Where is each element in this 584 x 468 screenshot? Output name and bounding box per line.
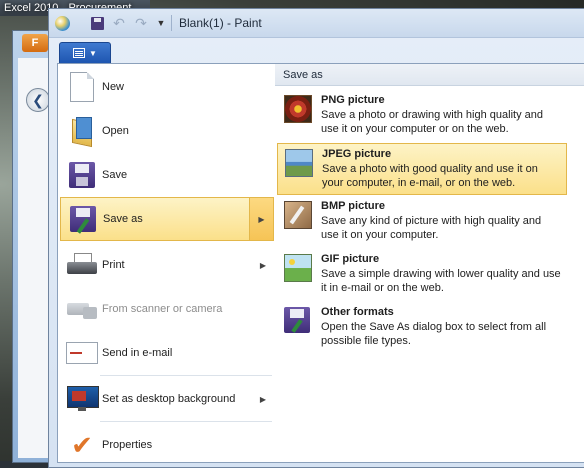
background-file-tab[interactable]: F [22, 34, 48, 52]
gif-picture-icon [284, 254, 312, 282]
document-icon [73, 48, 86, 58]
save-as-other-formats[interactable]: Other formats Open the Save As dialog bo… [277, 302, 567, 354]
undo-icon[interactable]: ↶ [111, 15, 127, 31]
redo-icon[interactable]: ↷ [133, 15, 149, 31]
open-folder-shape [70, 117, 94, 148]
save-disk-icon [66, 159, 98, 191]
menu-item-save-label: Save [102, 169, 128, 181]
save-as-jpeg[interactable]: JPEG picture Save a photo with good qual… [277, 143, 567, 195]
email-icon [66, 337, 98, 369]
save-as-jpeg-title: JPEG picture [322, 148, 392, 160]
save-as-bmp[interactable]: BMP picture Save any kind of picture wit… [277, 196, 567, 248]
back-arrow-icon[interactable]: ❮ [26, 88, 50, 112]
menu-item-print[interactable]: Print ▶ [60, 243, 274, 287]
menu-item-set-desktop-background-label: Set as desktop background [102, 393, 236, 405]
save-as-gif-description: Save a simple drawing with lower quality… [321, 268, 561, 294]
printer-shape [67, 253, 97, 277]
jpeg-picture-icon [285, 149, 313, 177]
png-picture-icon [284, 95, 312, 123]
menu-item-print-label: Print [102, 259, 125, 271]
save-as-bmp-description: Save any kind of picture with high quali… [321, 215, 542, 241]
menu-item-new-label: New [102, 81, 125, 93]
title-bar: ↶ ↷ ▼ Blank(1) - Paint [49, 9, 584, 38]
save-as-other-title: Other formats [321, 306, 394, 318]
monitor-stand-shape [78, 407, 86, 411]
menu-divider [100, 421, 272, 422]
save-as-png-title: PNG picture [321, 94, 385, 106]
new-document-shape [70, 72, 94, 102]
menu-item-save[interactable]: Save [60, 153, 274, 197]
open-folder-icon [66, 115, 98, 148]
menu-item-set-desktop-background[interactable]: Set as desktop background ▶ [60, 377, 274, 421]
printer-icon [66, 249, 98, 281]
menu-divider [100, 375, 272, 376]
desktop-submenu-arrow-icon: ▶ [259, 394, 266, 404]
menu-item-from-scanner-label: From scanner or camera [102, 303, 223, 315]
camera-shape [83, 307, 97, 319]
monitor-screen-shape [67, 386, 99, 408]
paint-menu-button[interactable]: ▼ [59, 42, 111, 64]
menu-item-properties[interactable]: ✔ Properties [60, 423, 274, 467]
save-as-bmp-title: BMP picture [321, 200, 385, 212]
menu-item-send-email[interactable]: Send in e-mail [60, 331, 274, 375]
menu-commands-pane: New Open Save Save as ▶ Print ▶ From sca… [58, 64, 276, 462]
menu-item-from-scanner: From scanner or camera [60, 287, 274, 331]
save-as-header: Save as [275, 64, 584, 86]
monitor-shape [67, 386, 99, 412]
customize-qat-chevron-down-icon[interactable]: ▼ [153, 15, 169, 31]
save-as-submenu-arrow-icon[interactable]: ▶ [249, 198, 273, 240]
title-separator [171, 15, 172, 31]
application-menu: New Open Save Save as ▶ Print ▶ From sca… [57, 63, 584, 463]
bmp-picture-icon [284, 201, 312, 229]
save-as-other-description: Open the Save As dialog box to select fr… [321, 321, 547, 347]
save-as-icon [67, 203, 99, 235]
new-document-icon [66, 71, 98, 103]
paint-logo-icon[interactable] [55, 16, 70, 31]
desktop-monitor-icon [66, 383, 99, 415]
quick-save-button[interactable] [89, 15, 105, 31]
printer-body-shape [67, 262, 97, 274]
checkmark-icon: ✔ [66, 429, 98, 461]
checkmark-glyph: ✔ [71, 429, 93, 460]
chevron-down-icon: ▼ [89, 48, 97, 58]
scanner-camera-icon [66, 293, 98, 325]
save-as-gif-title: GIF picture [321, 253, 380, 265]
menu-item-open[interactable]: Open [60, 109, 274, 153]
other-formats-icon [284, 307, 310, 333]
menu-item-open-label: Open [102, 125, 129, 137]
save-as-jpeg-description: Save a photo with good quality and use i… [322, 163, 538, 189]
save-as-shape [70, 206, 96, 232]
email-envelope-shape [66, 342, 98, 364]
menu-item-save-as-label: Save as [103, 213, 143, 225]
save-as-gif[interactable]: GIF picture Save a simple drawing with l… [277, 249, 567, 301]
folder-document-shape [76, 117, 92, 139]
save-disk-shape [69, 162, 95, 188]
save-as-submenu: Save as PNG picture Save a photo or draw… [275, 64, 584, 462]
window-title: Blank(1) - Paint [179, 16, 262, 30]
save-as-png[interactable]: PNG picture Save a photo or drawing with… [277, 90, 567, 142]
menu-item-properties-label: Properties [102, 439, 153, 451]
save-as-png-description: Save a photo or drawing with high qualit… [321, 109, 543, 135]
save-icon [90, 16, 104, 30]
menu-item-save-as[interactable]: Save as ▶ [60, 197, 274, 241]
scanner-shape [67, 297, 97, 321]
menu-item-send-email-label: Send in e-mail [102, 347, 173, 359]
print-submenu-arrow-icon: ▶ [259, 260, 266, 270]
menu-item-new[interactable]: New [60, 65, 274, 109]
